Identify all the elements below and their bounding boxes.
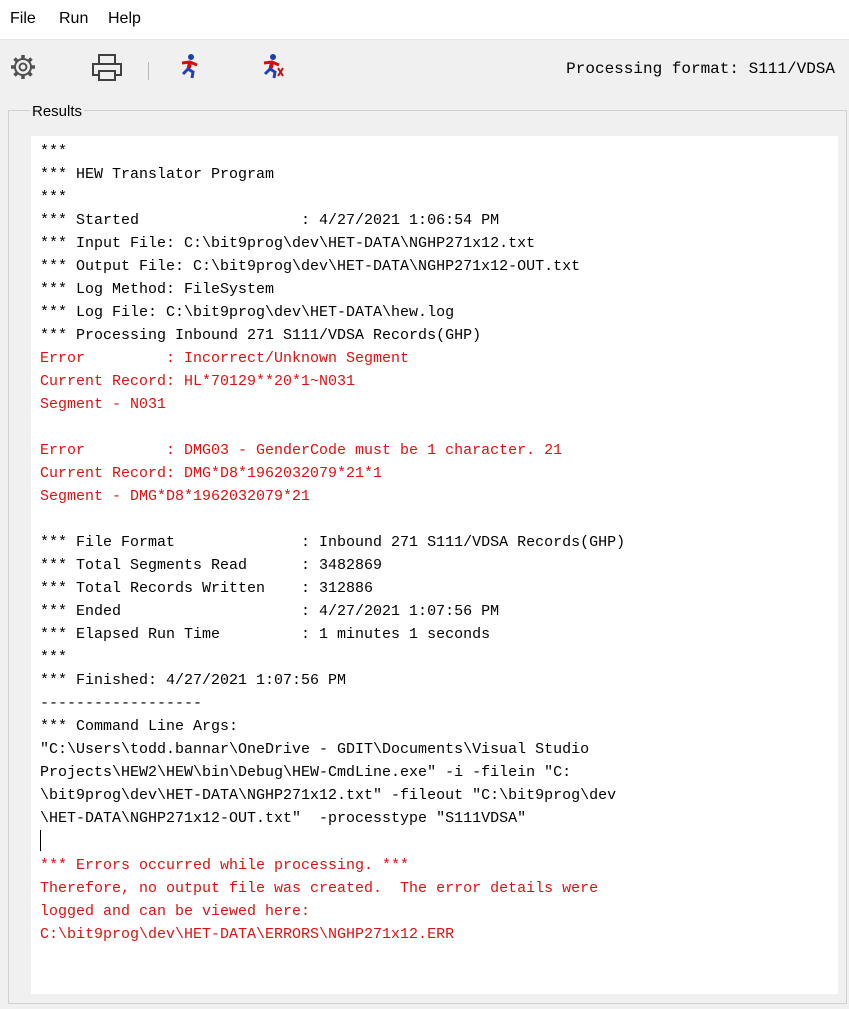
- log-line: *** Processing Inbound 271 S111/VDSA Rec…: [40, 327, 482, 344]
- log-line-error: Segment - DMG*D8*1962032079*21: [40, 488, 311, 505]
- log-line: *** Total Segments Read : 3482869: [40, 557, 383, 574]
- printer-icon[interactable]: [90, 52, 124, 87]
- log-line: "C:\Users\todd.bannar\OneDrive - GDIT\Do…: [40, 741, 590, 758]
- menu-bar: File Run Help: [0, 0, 849, 40]
- log-line: ------------------: [40, 695, 203, 712]
- menu-help[interactable]: Help: [108, 10, 141, 28]
- log-line: *** Finished: 4/27/2021 1:07:56 PM: [40, 672, 347, 689]
- log-line: *** Log Method: FileSystem: [40, 281, 275, 298]
- log-line-error: logged and can be viewed here:: [40, 903, 311, 920]
- log-line: ***: [40, 649, 68, 666]
- log-line-error: Current Record: HL*70129**20*1~N031: [40, 373, 356, 390]
- processing-format-status: Processing format: S111/VDSA: [566, 60, 835, 78]
- results-label: Results: [30, 103, 85, 120]
- results-log: *** *** HEW Translator Program *** *** Star…: [40, 140, 625, 946]
- results-textbox[interactable]: *** *** HEW Translator Program *** *** Star…: [31, 136, 838, 994]
- toolbar-separator: [148, 62, 149, 80]
- log-line-error: C:\bit9prog\dev\HET-DATA\ERRORS\NGHP271x…: [40, 926, 455, 943]
- text-caret: [40, 830, 41, 851]
- log-line: *** File Format : Inbound 271 S111/VDSA …: [40, 534, 626, 551]
- log-line: \HET-DATA\NGHP271x12-OUT.txt" -processty…: [40, 810, 527, 827]
- log-line: *** Input File: C:\bit9prog\dev\HET-DATA…: [40, 235, 536, 252]
- log-line-error: *** Errors occurred while processing. **…: [40, 857, 410, 874]
- log-line: [40, 830, 625, 854]
- log-line-error: Segment - N031: [40, 396, 167, 413]
- log-line: *** Elapsed Run Time : 1 minutes 1 secon…: [40, 626, 491, 643]
- menu-run[interactable]: Run: [59, 10, 88, 28]
- log-line: *** Command Line Args:: [40, 718, 239, 735]
- log-line: ***: [40, 189, 68, 206]
- log-line-error: Error : Incorrect/Unknown Segment: [40, 350, 410, 367]
- log-line: *** HEW Translator Program: [40, 166, 275, 183]
- log-line: *** Total Records Written : 312886: [40, 580, 374, 597]
- log-line: *** Log File: C:\bit9prog\dev\HET-DATA\h…: [40, 304, 455, 321]
- log-line-error: Error : DMG03 - GenderCode must be 1 cha…: [40, 442, 563, 459]
- log-line-error: Therefore, no output file was created. T…: [40, 880, 599, 897]
- toolbar: Processing format: S111/VDSA: [0, 40, 849, 96]
- log-line: *** Output File: C:\bit9prog\dev\HET-DAT…: [40, 258, 581, 275]
- gear-icon[interactable]: [8, 52, 38, 87]
- log-line-error: Current Record: DMG*D8*1962032079*21*1: [40, 465, 383, 482]
- log-line: Projects\HEW2\HEW\bin\Debug\HEW-CmdLine.…: [40, 764, 572, 781]
- runner-icon[interactable]: [178, 52, 202, 85]
- log-line: *** Started : 4/27/2021 1:06:54 PM: [40, 212, 500, 229]
- log-line: ***: [40, 143, 68, 160]
- log-line: *** Ended : 4/27/2021 1:07:56 PM: [40, 603, 500, 620]
- log-line: \bit9prog\dev\HET-DATA\NGHP271x12.txt" -…: [40, 787, 617, 804]
- menu-file[interactable]: File: [10, 10, 36, 28]
- runner-stop-icon[interactable]: [260, 52, 284, 85]
